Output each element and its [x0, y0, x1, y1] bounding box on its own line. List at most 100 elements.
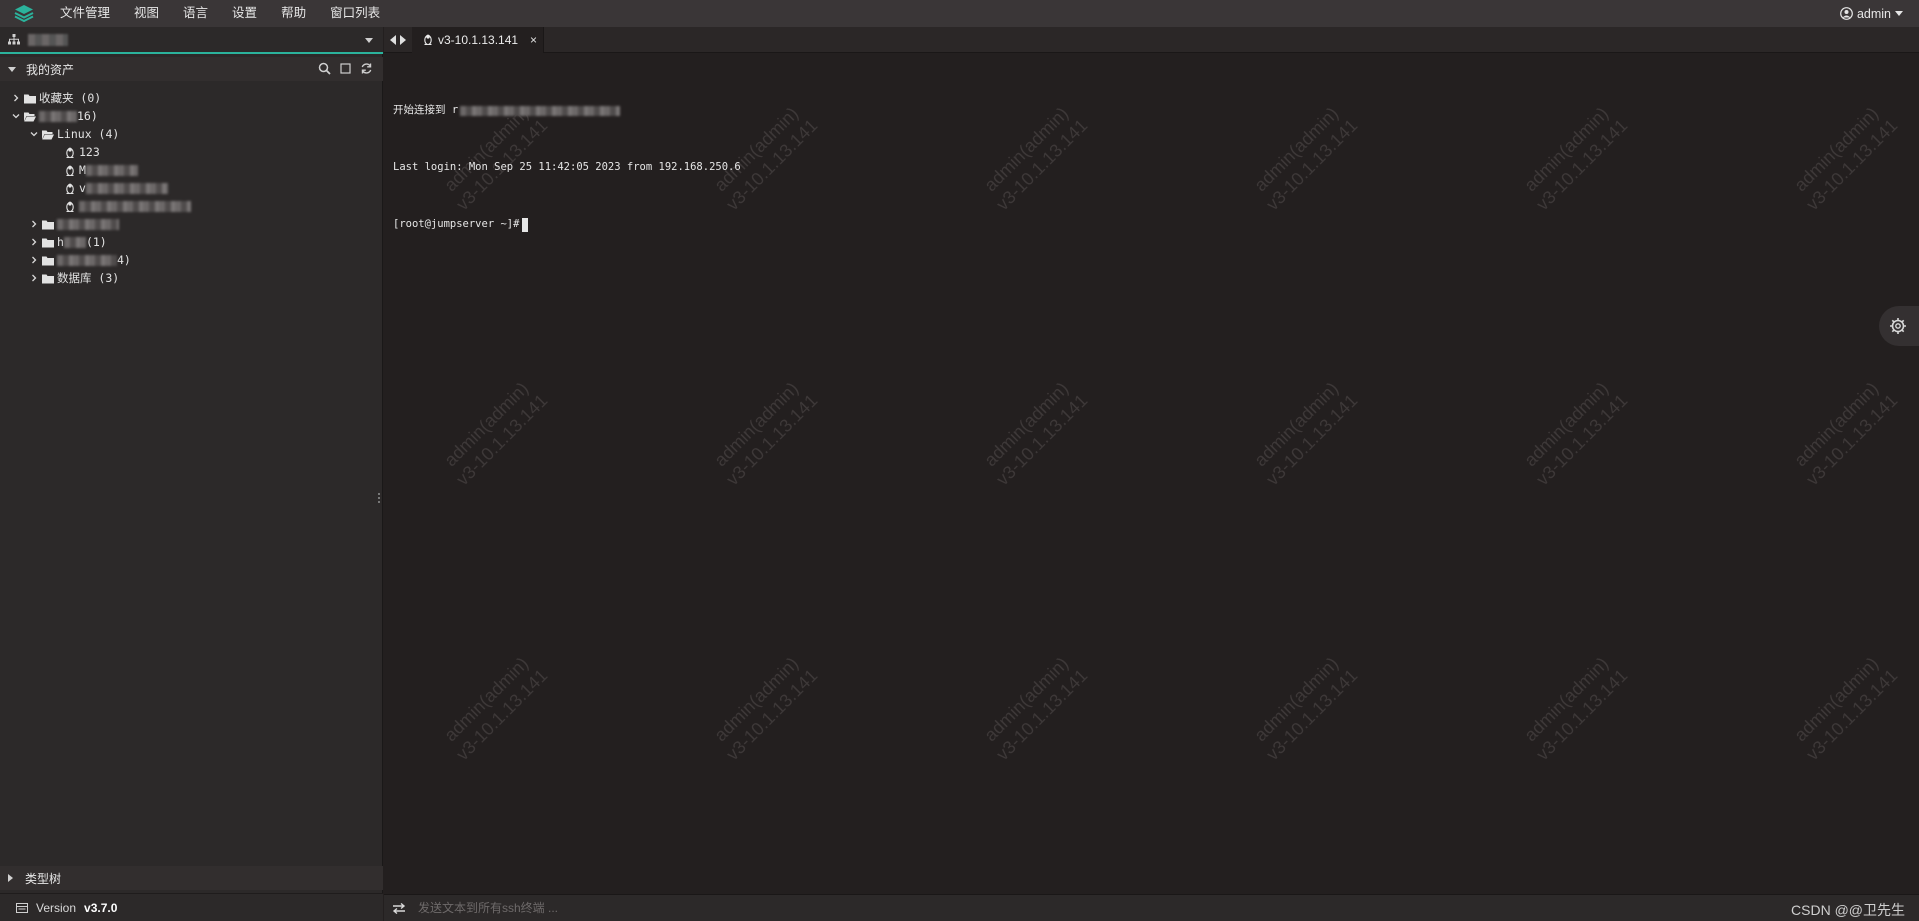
watermark-line: v3-10.1.13.141 — [1262, 665, 1362, 765]
linux-icon — [66, 201, 74, 212]
watermark-line: admin(admin) — [1790, 103, 1883, 196]
chevron-right-icon[interactable] — [28, 272, 40, 284]
tree-node-host[interactable]: v — [0, 179, 383, 197]
folder-open-icon — [42, 130, 54, 139]
watermark-line: v3-10.1.13.141 — [1802, 390, 1902, 490]
watermark-line: admin(admin) — [980, 378, 1073, 471]
watermark-line: v3-10.1.13.141 — [1262, 115, 1362, 215]
user-icon — [1840, 7, 1853, 20]
tree-node-count: (1) — [85, 235, 107, 249]
switch-arrows-icon[interactable] — [392, 902, 406, 914]
watermark: admin(admin) v3-10.1.13.141 — [976, 649, 1092, 765]
csdn-watermark-credit: CSDN @@卫先生 — [1791, 902, 1905, 918]
terminal-output[interactable]: 开始连接到 r Last login: Mon Sep 25 11:42:05 … — [393, 63, 741, 272]
broadcast-input[interactable] — [418, 901, 1018, 915]
watermark: admin(admin) v3-10.1.13.141 — [706, 649, 822, 765]
watermark: admin(admin) v3-10.1.13.141 — [436, 649, 552, 765]
tree-node-linux[interactable]: Linux (4) — [0, 125, 383, 143]
tree-node-label: 收藏夹 (0) — [39, 91, 102, 105]
watermark: admin(admin) v3-10.1.13.141 — [1246, 649, 1362, 765]
chevron-down-icon — [1895, 11, 1903, 16]
asset-tree: 收藏夹 (0) 16) Linux (4) 123 M v h (1) 4) 数… — [0, 89, 383, 287]
my-assets-header[interactable]: 我的资产 — [0, 57, 383, 81]
watermark-line: admin(admin) — [1520, 103, 1613, 196]
tree-node-label: 数据库 (3) — [57, 271, 120, 285]
linux-icon — [66, 147, 74, 158]
collapse-caret-icon — [8, 66, 16, 72]
search-icon[interactable] — [318, 62, 331, 75]
tree-node-group[interactable]: h (1) — [0, 233, 383, 251]
tree-node-database[interactable]: 数据库 (3) — [0, 269, 383, 287]
tree-node-favorites[interactable]: 收藏夹 (0) — [0, 89, 383, 107]
version-label: Version — [36, 900, 77, 915]
close-icon[interactable]: × — [530, 33, 537, 47]
tree-node-label: 123 — [79, 145, 100, 159]
organization-select[interactable] — [0, 27, 383, 54]
watermark: admin(admin) v3-10.1.13.141 — [1516, 649, 1632, 765]
watermark-line: admin(admin) — [1250, 378, 1343, 471]
watermark-line: admin(admin) — [980, 653, 1073, 746]
menu-view[interactable]: 视图 — [122, 0, 171, 27]
version-bar: Version v3.7.0 — [0, 893, 383, 921]
watermark: admin(admin) v3-10.1.13.141 — [1516, 99, 1632, 215]
linux-icon — [424, 34, 432, 45]
watermark-line: v3-10.1.13.141 — [452, 390, 552, 490]
terminal-settings-button[interactable] — [1879, 306, 1919, 346]
menu-file-management[interactable]: 文件管理 — [48, 0, 122, 27]
refresh-icon[interactable] — [360, 62, 373, 75]
watermark-line: v3-10.1.13.141 — [992, 115, 1092, 215]
chevron-right-icon[interactable] — [28, 236, 40, 248]
redacted-text — [57, 254, 117, 266]
broadcast-bar: CSDN @@卫先生 — [384, 894, 1919, 921]
watermark-line: admin(admin) — [1250, 103, 1343, 196]
folder-icon — [42, 256, 54, 265]
tree-node-label: Linux (4) — [57, 127, 120, 141]
expand-square-icon[interactable] — [339, 62, 352, 75]
chevron-right-icon[interactable] — [28, 218, 40, 230]
watermark: admin(admin) v3-10.1.13.141 — [1246, 374, 1362, 490]
linux-icon — [66, 183, 74, 194]
chevron-down-icon[interactable] — [10, 110, 22, 122]
jumpserver-logo-icon[interactable] — [0, 0, 48, 27]
chevron-down-icon — [365, 38, 373, 43]
redacted-text — [79, 200, 191, 212]
linux-icon — [66, 165, 74, 176]
menu-window-list[interactable]: 窗口列表 — [318, 0, 392, 27]
menu-language[interactable]: 语言 — [171, 0, 220, 27]
watermark-line: v3-10.1.13.141 — [1532, 115, 1632, 215]
terminal-prompt: [root@jumpserver ~]# — [393, 218, 520, 230]
menu-settings[interactable]: 设置 — [220, 0, 269, 27]
watermark-line: admin(admin) — [710, 378, 803, 471]
tree-node-host[interactable]: 123 — [0, 143, 383, 161]
tree-node-group[interactable] — [0, 215, 383, 233]
user-menu[interactable]: admin — [1840, 0, 1903, 27]
tree-node-group[interactable]: 4) — [0, 251, 383, 269]
watermark-line: admin(admin) — [1790, 378, 1883, 471]
tree-node-host[interactable] — [0, 197, 383, 215]
terminal-line: Last login: Mon Sep 25 11:42:05 2023 fro… — [393, 161, 741, 173]
redacted-text — [85, 182, 168, 194]
my-assets-title: 我的资产 — [26, 62, 75, 77]
menu-help[interactable]: 帮助 — [269, 0, 318, 27]
server-icon — [16, 902, 28, 913]
terminal-line: 开始连接到 r — [393, 101, 741, 120]
tree-node-root[interactable]: 16) — [0, 107, 383, 125]
category-tree-header[interactable]: 类型树 — [0, 866, 383, 890]
redacted-text — [460, 105, 621, 116]
watermark-line: admin(admin) — [1520, 653, 1613, 746]
tab-session[interactable]: v3-10.1.13.141 × — [412, 27, 544, 53]
folder-icon — [42, 238, 54, 247]
watermark-line: v3-10.1.13.141 — [1532, 665, 1632, 765]
tree-node-host[interactable]: M — [0, 161, 383, 179]
caret-right-icon — [8, 874, 13, 882]
sidebar-resize-handle[interactable] — [378, 493, 381, 507]
folder-icon — [24, 94, 36, 103]
chevron-right-icon[interactable] — [28, 254, 40, 266]
chevron-right-icon[interactable] — [10, 92, 22, 104]
chevron-down-icon[interactable] — [28, 128, 40, 140]
tab-scroll-right-icon[interactable] — [400, 34, 406, 45]
redacted-text — [85, 164, 138, 176]
tab-scroll-left-icon[interactable] — [390, 34, 396, 45]
watermark-line: v3-10.1.13.141 — [1262, 390, 1362, 490]
watermark-line: admin(admin) — [1250, 653, 1343, 746]
